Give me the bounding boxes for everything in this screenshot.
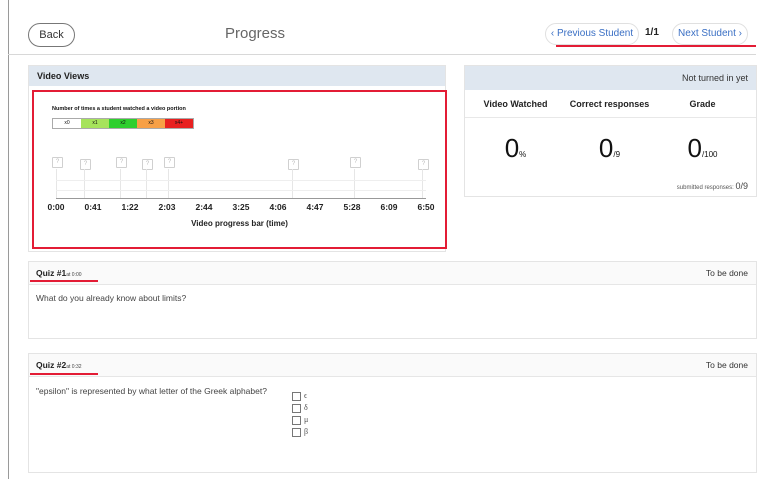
page-title: Progress (225, 25, 286, 42)
quiz-marker-line (56, 169, 57, 198)
quiz-marker-icon[interactable]: ? (142, 159, 153, 170)
option-checkbox[interactable] (292, 403, 301, 413)
quiz-1-time: at 0:00 (66, 272, 82, 278)
grade-number: 0 (687, 133, 702, 163)
tick-label: 2:03 (158, 202, 176, 212)
top-bar: Back Progress ‹ Previous Student 1/1 Nex… (8, 14, 756, 55)
quiz-marker-line (422, 169, 423, 198)
quiz-marker-icon[interactable]: ? (288, 159, 299, 170)
student-page-count: 1/1 (645, 27, 659, 38)
correct-responses-number: 0 (598, 133, 614, 163)
tick-label: 0:00 (47, 202, 65, 212)
quiz-marker-icon[interactable]: ? (52, 157, 63, 168)
quiz-1-status: To be done (705, 268, 748, 278)
axis-title: Video progress bar (time) (191, 219, 288, 228)
legend-item-2: x2 (109, 119, 137, 128)
tick-label: 6:09 (380, 202, 398, 212)
submitted-responses-label: submitted responses: (676, 185, 734, 191)
correct-responses-label: Correct responses (569, 99, 650, 109)
legend-item-3: x3 (137, 119, 165, 128)
grade-value: 0/100 (655, 133, 750, 164)
quiz-marker-line (354, 169, 355, 198)
submission-status: Not turned in yet (465, 66, 756, 90)
quiz-2-underline (30, 373, 98, 375)
video-views-header: Video Views (29, 66, 445, 86)
quiz-2-question: "epsilon" is represented by what letter … (36, 386, 267, 396)
grade-unit: /100 (701, 150, 718, 159)
previous-student-button[interactable]: ‹ Previous Student (545, 23, 639, 45)
timeline-axis (56, 198, 426, 199)
tick-label: 2:44 (195, 202, 213, 212)
legend-item-4: x4+ (165, 119, 193, 128)
correct-responses-value: 0/9 (562, 133, 657, 164)
option-label: δ (304, 403, 308, 412)
legend-item-1: x1 (81, 119, 109, 128)
timeline-row-line (56, 190, 426, 191)
grade-label: Grade (689, 99, 716, 109)
quiz-2-options: ϵδμβ (292, 390, 308, 438)
correct-responses-unit: /9 (613, 150, 621, 159)
timeline-row-line (56, 180, 426, 181)
quiz-2-option[interactable]: μ (292, 414, 308, 426)
next-student-button[interactable]: Next Student › (672, 23, 748, 45)
option-label: μ (304, 415, 309, 424)
option-label: β (304, 427, 309, 436)
submitted-responses-value: 0/9 (735, 181, 748, 191)
option-checkbox[interactable] (292, 391, 301, 401)
quiz-marker-line (168, 169, 169, 198)
quiz-2-time: at 0:32 (66, 364, 82, 370)
quiz-2-option[interactable]: δ (292, 402, 308, 414)
quiz-marker-icon[interactable]: ? (116, 157, 127, 168)
video-watched-label: Video Watched (483, 99, 548, 109)
video-views-card: Video Views Number of times a student wa… (28, 65, 447, 252)
quiz-1-title: Quiz #1 (36, 268, 67, 278)
quiz-1-question: What do you already know about limits? (36, 293, 187, 303)
video-watched-value: 0% (468, 133, 563, 164)
tick-label: 3:25 (232, 202, 250, 212)
quiz-2-status: To be done (705, 360, 748, 370)
quiz-marker-line (84, 169, 85, 198)
quiz-marker-line (146, 169, 147, 198)
tick-label: 5:28 (343, 202, 361, 212)
quiz-marker-line (292, 169, 293, 198)
quiz-card-1: Quiz #1at 0:00 To be done What do you al… (28, 261, 757, 339)
legend-item-0: x0 (53, 119, 81, 128)
tick-label: 4:47 (306, 202, 324, 212)
quiz-2-option[interactable]: ϵ (292, 390, 308, 402)
tick-label: 6:50 (417, 202, 435, 212)
tick-label: 1:22 (121, 202, 139, 212)
tick-label: 0:41 (84, 202, 102, 212)
nav-highlight-underline (556, 45, 756, 47)
quiz-2-header[interactable]: Quiz #2at 0:32 To be done (29, 354, 756, 377)
quiz-marker-icon[interactable]: ? (418, 159, 429, 170)
quiz-1-header[interactable]: Quiz #1at 0:00 To be done (29, 262, 756, 285)
chart-legend: x0 x1 x2 x3 x4+ (52, 118, 194, 129)
submitted-responses: submitted responses: 0/9 (677, 181, 748, 191)
video-views-chart: Number of times a student watched a vide… (32, 90, 447, 249)
quiz-2-title: Quiz #2 (36, 360, 67, 370)
option-checkbox[interactable] (292, 415, 301, 425)
quiz-marker-icon[interactable]: ? (164, 157, 175, 168)
quiz-card-2: Quiz #2at 0:32 To be done "epsilon" is r… (28, 353, 757, 473)
stats-divider (465, 117, 756, 118)
quiz-2-option[interactable]: β (292, 426, 308, 438)
quiz-marker-icon[interactable]: ? (80, 159, 91, 170)
option-label: ϵ (304, 391, 308, 400)
quiz-1-underline (30, 280, 98, 282)
back-button[interactable]: Back (28, 23, 75, 47)
chart-title: Number of times a student watched a vide… (52, 106, 186, 112)
stats-card: Not turned in yet Video Watched Correct … (464, 65, 757, 197)
quiz-marker-icon[interactable]: ? (350, 157, 361, 168)
option-checkbox[interactable] (292, 427, 301, 437)
video-watched-unit: % (519, 150, 527, 159)
video-watched-number: 0 (504, 133, 520, 163)
tick-label: 4:06 (269, 202, 287, 212)
quiz-marker-line (120, 169, 121, 198)
